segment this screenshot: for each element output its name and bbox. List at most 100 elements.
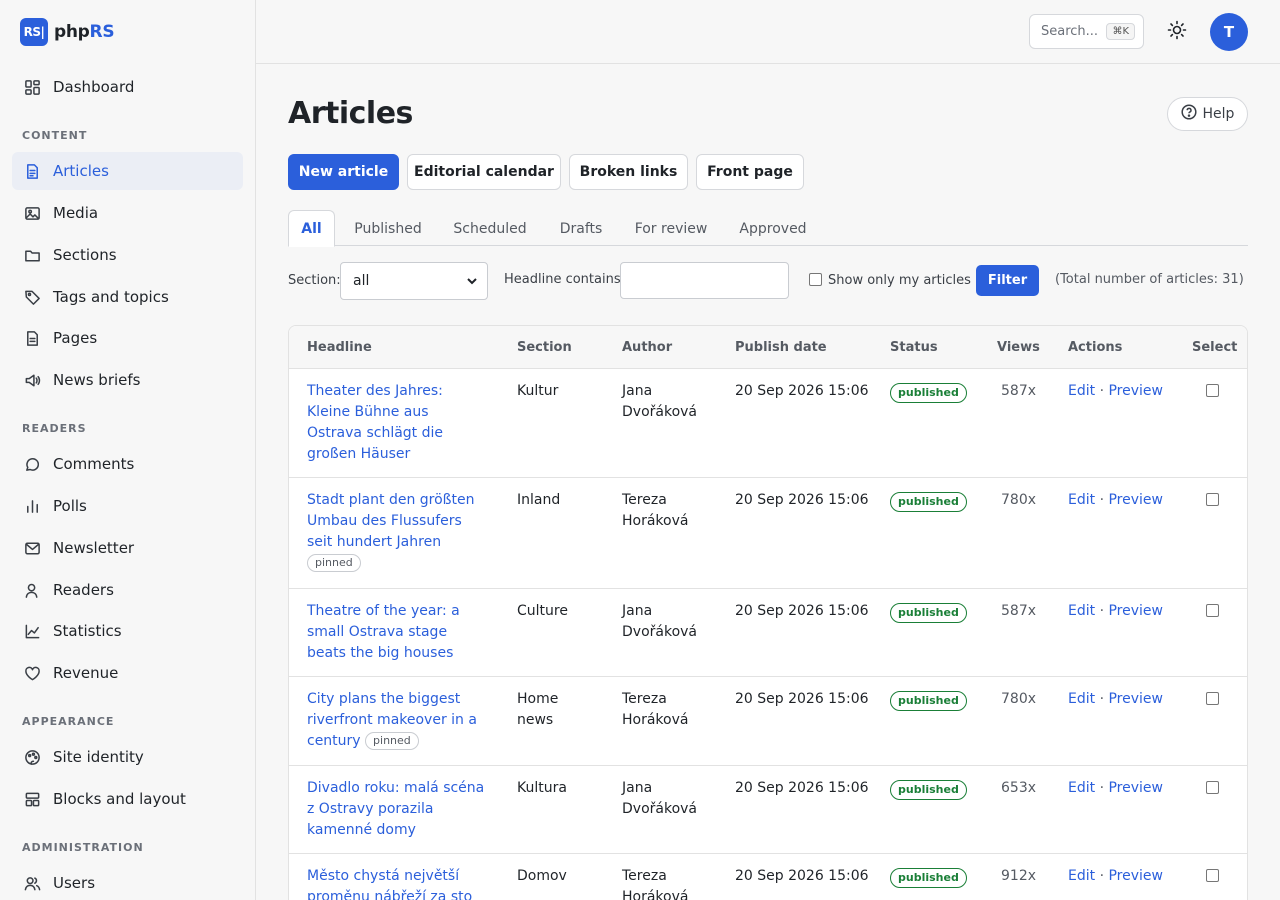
select-row-checkbox[interactable] [1206, 493, 1219, 506]
action-separator: · [1099, 383, 1105, 399]
tab-drafts[interactable]: Drafts [548, 210, 614, 247]
preview-link[interactable]: Preview [1108, 603, 1163, 619]
chevron-down-icon [466, 275, 478, 287]
broken-links-button[interactable]: Broken links [569, 154, 688, 190]
sidebar-item-pages[interactable]: Pages [12, 319, 243, 357]
sidebar-item-tags[interactable]: Tags and topics [12, 278, 243, 316]
sidebar-item-label: Pages [53, 329, 98, 347]
table-row: City plans the biggest riverfront makeov… [289, 677, 1247, 766]
tab-approved[interactable]: Approved [730, 210, 816, 247]
headline-link[interactable]: Theater des Jahres: Kleine Bühne aus Ost… [307, 383, 443, 462]
section-cell: Culture [517, 603, 568, 619]
layout-icon [24, 791, 41, 808]
editorial-calendar-button[interactable]: Editorial calendar [407, 154, 561, 190]
status-badge: published [890, 603, 967, 623]
edit-link[interactable]: Edit [1068, 868, 1095, 884]
edit-link[interactable]: Edit [1068, 780, 1095, 796]
column-header-headline[interactable]: Headline [307, 340, 372, 355]
theme-toggle-button[interactable] [1164, 19, 1190, 45]
preview-link[interactable]: Preview [1108, 691, 1163, 707]
column-header-views[interactable]: Views [997, 340, 1040, 355]
headline-contains-input[interactable] [620, 262, 789, 299]
sidebar-item-label: Readers [53, 581, 114, 599]
tab-for-review[interactable]: For review [626, 210, 716, 247]
search-input[interactable]: Search... ⌘K [1029, 14, 1144, 49]
preview-link[interactable]: Preview [1108, 780, 1163, 796]
author-cell: Tereza Horáková [622, 492, 689, 529]
author-cell: Jana Dvořáková [622, 383, 698, 420]
help-button[interactable]: Help [1167, 97, 1248, 131]
select-row-checkbox[interactable] [1206, 869, 1219, 882]
views-cell: 587x [1001, 603, 1037, 619]
select-row-checkbox[interactable] [1206, 604, 1219, 617]
edit-link[interactable]: Edit [1068, 603, 1095, 619]
section-cell: Domov [517, 868, 567, 884]
sidebar-item-label: Comments [53, 455, 135, 473]
avatar[interactable]: T [1210, 13, 1248, 51]
headline-link[interactable]: Stadt plant den größten Umbau des Flussu… [307, 492, 474, 550]
tab-all[interactable]: All [288, 210, 335, 247]
page-title: Articles [288, 96, 413, 131]
sidebar-item-users[interactable]: Users [12, 864, 243, 900]
sidebar-item-site-identity[interactable]: Site identity [12, 738, 243, 776]
sidebar-item-polls[interactable]: Polls [12, 487, 243, 525]
edit-link[interactable]: Edit [1068, 492, 1095, 508]
select-row-checkbox[interactable] [1206, 384, 1219, 397]
brand[interactable]: RS| phpRS [20, 18, 115, 46]
headline-link[interactable]: Divadlo roku: malá scéna z Ostravy poraz… [307, 780, 484, 838]
sidebar-item-revenue[interactable]: Revenue [12, 654, 243, 692]
new-article-button[interactable]: New article [288, 154, 399, 190]
sidebar-item-news-briefs[interactable]: News briefs [12, 361, 243, 399]
publish-date-cell: 20 Sep 2026 15:06 [735, 383, 869, 399]
views-cell: 587x [1001, 383, 1037, 399]
help-label: Help [1202, 106, 1235, 122]
status-badge: published [890, 691, 967, 711]
edit-link[interactable]: Edit [1068, 383, 1095, 399]
section-select[interactable]: all [340, 262, 488, 300]
select-row-checkbox[interactable] [1206, 692, 1219, 705]
table-row: Stadt plant den größten Umbau des Flussu… [289, 478, 1247, 589]
only-my-articles-label[interactable]: Show only my articles [828, 273, 971, 288]
column-header-publish-date[interactable]: Publish date [735, 340, 827, 355]
headline-link[interactable]: Město chystá největší proměnu nábřeží za… [307, 868, 472, 900]
sidebar-item-readers[interactable]: Readers [12, 571, 243, 609]
topbar: Search... ⌘K T [256, 0, 1280, 64]
sidebar-item-articles[interactable]: Articles [12, 152, 243, 190]
sidebar-item-dashboard[interactable]: Dashboard [12, 68, 243, 106]
front-page-button[interactable]: Front page [696, 154, 804, 190]
sidebar-item-newsletter[interactable]: Newsletter [12, 529, 243, 567]
preview-link[interactable]: Preview [1108, 383, 1163, 399]
table-row: Město chystá největší proměnu nábřeží za… [289, 854, 1247, 900]
sidebar-item-media[interactable]: Media [12, 194, 243, 232]
edit-link[interactable]: Edit [1068, 691, 1095, 707]
column-header-section[interactable]: Section [517, 340, 572, 355]
table-header: Headline Section Author Publish date Sta… [289, 326, 1247, 369]
heart-icon [24, 665, 41, 682]
column-header-status[interactable]: Status [890, 340, 938, 355]
sidebar-item-blocks-layout[interactable]: Blocks and layout [12, 780, 243, 818]
help-icon [1180, 104, 1197, 124]
table-row: Theater des Jahres: Kleine Bühne aus Ost… [289, 369, 1247, 478]
only-my-articles-checkbox[interactable] [809, 273, 822, 286]
sidebar-item-sections[interactable]: Sections [12, 236, 243, 274]
preview-link[interactable]: Preview [1108, 492, 1163, 508]
publish-date-cell: 20 Sep 2026 15:06 [735, 868, 869, 884]
column-header-author[interactable]: Author [622, 340, 672, 355]
headline-link[interactable]: Theatre of the year: a small Ostrava sta… [307, 603, 460, 661]
author-cell: Tereza Horáková [622, 868, 689, 900]
preview-link[interactable]: Preview [1108, 868, 1163, 884]
megaphone-icon [24, 372, 41, 389]
status-tabs: All Published Scheduled Drafts For revie… [288, 210, 1248, 247]
tab-published[interactable]: Published [343, 210, 433, 247]
sidebar: RS| phpRS Dashboard CONTENT Articles Med… [0, 0, 256, 900]
tab-scheduled[interactable]: Scheduled [443, 210, 537, 247]
select-row-checkbox[interactable] [1206, 781, 1219, 794]
filter-button[interactable]: Filter [976, 265, 1039, 296]
sidebar-item-comments[interactable]: Comments [12, 445, 243, 483]
sidebar-item-statistics[interactable]: Statistics [12, 612, 243, 650]
status-badge: published [890, 383, 967, 403]
action-separator: · [1099, 780, 1105, 796]
table-row: Theatre of the year: a small Ostrava sta… [289, 589, 1247, 677]
section-filter-label: Section: [288, 273, 341, 288]
actions-cell: Edit · Preview [1068, 490, 1163, 511]
